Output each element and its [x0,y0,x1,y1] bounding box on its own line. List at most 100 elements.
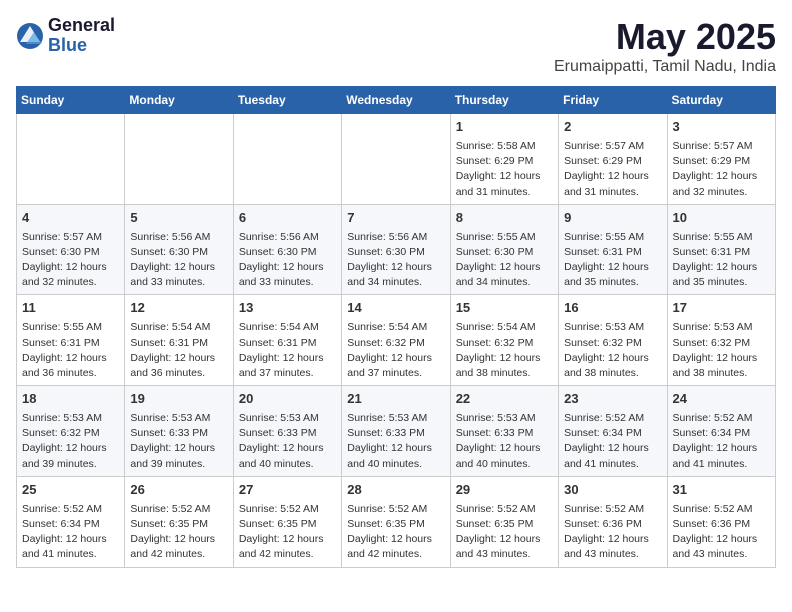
calendar-cell: 26 Sunrise: 5:52 AM Sunset: 6:35 PM Dayli… [125,476,233,567]
header-row: SundayMondayTuesdayWednesdayThursdayFrid… [17,87,776,114]
calendar-cell: 28 Sunrise: 5:52 AM Sunset: 6:35 PM Dayli… [342,476,450,567]
day-number: 1 [456,118,553,137]
calendar-cell: 7 Sunrise: 5:56 AM Sunset: 6:30 PM Daylig… [342,204,450,295]
day-info: Sunrise: 5:52 AM Sunset: 6:34 PM Dayligh… [22,503,107,561]
calendar-cell [17,114,125,205]
day-number: 8 [456,209,553,228]
day-number: 22 [456,390,553,409]
calendar-cell: 20 Sunrise: 5:53 AM Sunset: 6:33 PM Dayli… [233,386,341,477]
day-info: Sunrise: 5:52 AM Sunset: 6:35 PM Dayligh… [130,503,215,561]
day-info: Sunrise: 5:53 AM Sunset: 6:33 PM Dayligh… [456,412,541,470]
calendar-table: SundayMondayTuesdayWednesdayThursdayFrid… [16,86,776,568]
calendar-cell: 23 Sunrise: 5:52 AM Sunset: 6:34 PM Dayli… [559,386,667,477]
calendar-cell: 18Sunrise: 5:53 AM Sunset: 6:32 PM Dayli… [17,386,125,477]
calendar-cell: 9Sunrise: 5:55 AM Sunset: 6:31 PM Daylig… [559,204,667,295]
calendar-cell: 16 Sunrise: 5:53 AM Sunset: 6:32 PM Dayli… [559,295,667,386]
day-info: Sunrise: 5:52 AM Sunset: 6:36 PM Dayligh… [564,503,649,561]
calendar-cell: 17 Sunrise: 5:53 AM Sunset: 6:32 PM Dayli… [667,295,775,386]
day-info: Sunrise: 5:57 AM Sunset: 6:29 PM Dayligh… [564,140,649,198]
day-number: 29 [456,481,553,500]
logo-text: General Blue [48,16,115,56]
day-number: 19 [130,390,227,409]
day-info: Sunrise: 5:53 AM Sunset: 6:32 PM Dayligh… [673,321,758,379]
day-info: Sunrise: 5:55 AM Sunset: 6:31 PM Dayligh… [22,321,107,379]
calendar-cell: 27 Sunrise: 5:52 AM Sunset: 6:35 PM Dayli… [233,476,341,567]
day-number: 18 [22,390,119,409]
day-info: Sunrise: 5:54 AM Sunset: 6:31 PM Dayligh… [130,321,215,379]
day-number: 17 [673,299,770,318]
calendar-cell: 2Sunrise: 5:57 AM Sunset: 6:29 PM Daylig… [559,114,667,205]
calendar-cell: 15Sunrise: 5:54 AM Sunset: 6:32 PM Dayli… [450,295,558,386]
day-info: Sunrise: 5:52 AM Sunset: 6:34 PM Dayligh… [673,412,758,470]
calendar-cell: 22 Sunrise: 5:53 AM Sunset: 6:33 PM Dayli… [450,386,558,477]
calendar-cell: 1 Sunrise: 5:58 AM Sunset: 6:29 PM Daylig… [450,114,558,205]
header-day: Sunday [17,87,125,114]
calendar-cell [342,114,450,205]
day-info: Sunrise: 5:52 AM Sunset: 6:35 PM Dayligh… [239,503,324,561]
day-number: 20 [239,390,336,409]
calendar-cell: 19 Sunrise: 5:53 AM Sunset: 6:33 PM Dayli… [125,386,233,477]
day-number: 26 [130,481,227,500]
day-info: Sunrise: 5:57 AM Sunset: 6:29 PM Dayligh… [673,140,758,198]
calendar-cell: 25 Sunrise: 5:52 AM Sunset: 6:34 PM Dayli… [17,476,125,567]
day-info: Sunrise: 5:52 AM Sunset: 6:34 PM Dayligh… [564,412,649,470]
day-number: 6 [239,209,336,228]
calendar-cell: 10 Sunrise: 5:55 AM Sunset: 6:31 PM Dayli… [667,204,775,295]
day-info: Sunrise: 5:54 AM Sunset: 6:31 PM Dayligh… [239,321,324,379]
day-info: Sunrise: 5:56 AM Sunset: 6:30 PM Dayligh… [130,231,215,289]
day-number: 21 [347,390,444,409]
day-info: Sunrise: 5:53 AM Sunset: 6:33 PM Dayligh… [130,412,215,470]
header-day: Friday [559,87,667,114]
calendar-cell: 30 Sunrise: 5:52 AM Sunset: 6:36 PM Dayli… [559,476,667,567]
calendar-week-row: 25 Sunrise: 5:52 AM Sunset: 6:34 PM Dayli… [17,476,776,567]
calendar-cell: 8 Sunrise: 5:55 AM Sunset: 6:30 PM Daylig… [450,204,558,295]
calendar-cell [233,114,341,205]
calendar-header: SundayMondayTuesdayWednesdayThursdayFrid… [17,87,776,114]
calendar-week-row: 4Sunrise: 5:57 AM Sunset: 6:30 PM Daylig… [17,204,776,295]
calendar-cell: 5 Sunrise: 5:56 AM Sunset: 6:30 PM Daylig… [125,204,233,295]
calendar-cell: 29Sunrise: 5:52 AM Sunset: 6:35 PM Dayli… [450,476,558,567]
day-number: 10 [673,209,770,228]
day-info: Sunrise: 5:52 AM Sunset: 6:35 PM Dayligh… [347,503,432,561]
calendar-cell: 12 Sunrise: 5:54 AM Sunset: 6:31 PM Dayli… [125,295,233,386]
day-number: 27 [239,481,336,500]
calendar-subtitle: Erumaippatti, Tamil Nadu, India [554,58,776,76]
day-number: 25 [22,481,119,500]
header-day: Monday [125,87,233,114]
day-number: 3 [673,118,770,137]
day-info: Sunrise: 5:52 AM Sunset: 6:36 PM Dayligh… [673,503,758,561]
day-number: 24 [673,390,770,409]
day-number: 14 [347,299,444,318]
calendar-week-row: 18Sunrise: 5:53 AM Sunset: 6:32 PM Dayli… [17,386,776,477]
day-info: Sunrise: 5:57 AM Sunset: 6:30 PM Dayligh… [22,231,107,289]
calendar-cell: 3 Sunrise: 5:57 AM Sunset: 6:29 PM Daylig… [667,114,775,205]
day-info: Sunrise: 5:55 AM Sunset: 6:30 PM Dayligh… [456,231,541,289]
day-number: 5 [130,209,227,228]
calendar-cell: 11Sunrise: 5:55 AM Sunset: 6:31 PM Dayli… [17,295,125,386]
day-number: 7 [347,209,444,228]
day-number: 31 [673,481,770,500]
title-block: May 2025 Erumaippatti, Tamil Nadu, India [554,16,776,76]
day-info: Sunrise: 5:56 AM Sunset: 6:30 PM Dayligh… [347,231,432,289]
day-info: Sunrise: 5:54 AM Sunset: 6:32 PM Dayligh… [347,321,432,379]
logo-icon [16,22,44,50]
calendar-week-row: 1 Sunrise: 5:58 AM Sunset: 6:29 PM Daylig… [17,114,776,205]
day-info: Sunrise: 5:58 AM Sunset: 6:29 PM Dayligh… [456,140,541,198]
day-info: Sunrise: 5:53 AM Sunset: 6:32 PM Dayligh… [564,321,649,379]
page-header: General Blue May 2025 Erumaippatti, Tami… [16,16,776,76]
day-info: Sunrise: 5:53 AM Sunset: 6:33 PM Dayligh… [239,412,324,470]
day-number: 23 [564,390,661,409]
day-info: Sunrise: 5:55 AM Sunset: 6:31 PM Dayligh… [564,231,649,289]
header-day: Thursday [450,87,558,114]
day-info: Sunrise: 5:55 AM Sunset: 6:31 PM Dayligh… [673,231,758,289]
day-info: Sunrise: 5:53 AM Sunset: 6:33 PM Dayligh… [347,412,432,470]
calendar-cell: 14 Sunrise: 5:54 AM Sunset: 6:32 PM Dayli… [342,295,450,386]
calendar-cell: 24 Sunrise: 5:52 AM Sunset: 6:34 PM Dayli… [667,386,775,477]
day-number: 28 [347,481,444,500]
day-number: 16 [564,299,661,318]
day-number: 30 [564,481,661,500]
day-number: 13 [239,299,336,318]
day-number: 12 [130,299,227,318]
logo-blue: Blue [48,36,115,56]
header-day: Saturday [667,87,775,114]
